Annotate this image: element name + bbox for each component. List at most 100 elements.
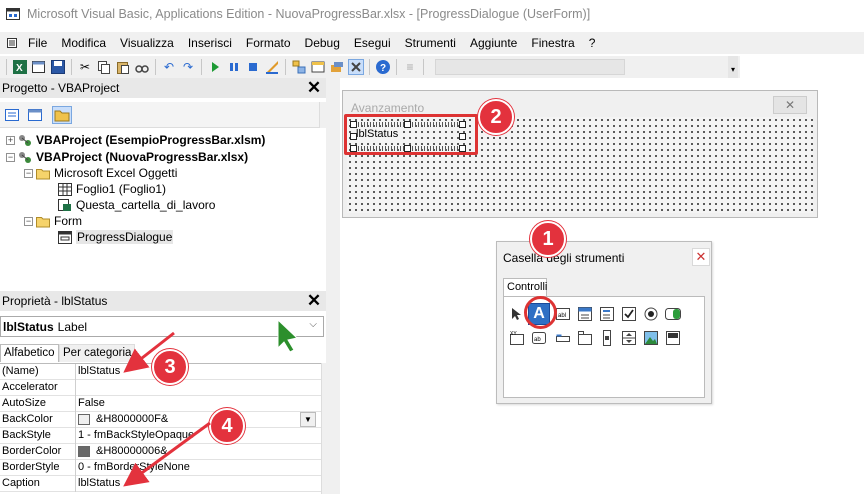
break-icon[interactable] xyxy=(226,59,242,75)
close-project-pane-button[interactable]: ✕ xyxy=(305,79,323,97)
property-value-text: &H8000000F& xyxy=(96,413,169,425)
menu-modifica[interactable]: Modifica xyxy=(61,36,106,50)
svg-text:?: ? xyxy=(380,63,386,74)
property-row-borderstyle[interactable]: BorderStyle 0 - fmBorderStyleNone xyxy=(0,460,322,476)
property-row-backcolor[interactable]: BackColor &H8000000F& ▼ xyxy=(0,412,322,428)
menu-visualizza[interactable]: Visualizza xyxy=(120,36,174,50)
tab-controlli[interactable]: Controlli xyxy=(503,278,547,297)
menu-grip-icon xyxy=(6,37,18,49)
menu-debug[interactable]: Debug xyxy=(305,36,340,50)
insert-userform-icon[interactable] xyxy=(31,59,47,75)
tab-alfabetico[interactable]: Alfabetico xyxy=(0,344,59,362)
tree-node-foglio1[interactable]: Foglio1 (Foglio1) xyxy=(58,181,166,197)
togglebutton-tool[interactable] xyxy=(664,305,682,323)
spinbutton-tool[interactable] xyxy=(620,329,638,347)
property-value[interactable]: 1 - fmBackStyleOpaque xyxy=(78,429,194,441)
object-name: lblStatus xyxy=(3,319,54,334)
property-row-backstyle[interactable]: BackStyle 1 - fmBackStyleOpaque xyxy=(0,428,322,444)
property-name: BackColor xyxy=(2,413,53,425)
scrollbar-tool[interactable] xyxy=(598,329,616,347)
object-browser-icon[interactable] xyxy=(329,59,345,75)
dropdown-arrow-icon[interactable]: ▼ xyxy=(300,412,316,427)
tree-node-nuova[interactable]: − VBAProject (NuovaProgressBar.xlsx) xyxy=(6,149,248,165)
toggle-folders-icon[interactable] xyxy=(52,106,72,124)
menu-file[interactable]: File xyxy=(28,36,47,50)
tree-node-workbook[interactable]: Questa_cartella_di_lavoro xyxy=(58,197,215,213)
tree-node-esempio[interactable]: + VBAProject (EsempioProgressBar.xlsm) xyxy=(6,132,265,148)
color-swatch xyxy=(78,413,90,425)
multipage-tool[interactable] xyxy=(576,329,594,347)
toolbar-grip xyxy=(6,59,7,75)
indent-icon[interactable]: ≡ xyxy=(402,59,418,75)
menu-inserisci[interactable]: Inserisci xyxy=(188,36,232,50)
menu-help[interactable]: ? xyxy=(589,36,596,50)
expand-icon[interactable]: + xyxy=(6,135,15,145)
view-code-icon[interactable] xyxy=(2,106,22,124)
menu-strumenti[interactable]: Strumenti xyxy=(405,36,456,50)
property-value-text: 1 - fmBackStyleOpaque xyxy=(78,429,195,441)
collapse-icon[interactable]: − xyxy=(6,152,15,162)
property-value[interactable]: lblStatus xyxy=(78,365,120,377)
project-pane-scrollbar[interactable] xyxy=(319,102,326,128)
run-icon[interactable] xyxy=(207,59,223,75)
view-object-icon[interactable] xyxy=(25,106,45,124)
paste-icon[interactable] xyxy=(115,59,131,75)
userform-title: Avanzamento xyxy=(351,101,425,115)
property-value[interactable]: &H80000006& xyxy=(78,445,168,457)
tree-node-excel-objects[interactable]: − Microsoft Excel Oggetti xyxy=(24,165,177,181)
toolbar-overflow-icon[interactable]: ▾ xyxy=(728,56,738,78)
tabstrip-tool[interactable] xyxy=(554,329,572,347)
object-selector[interactable]: lblStatus Label ⌵ xyxy=(0,316,324,337)
property-value[interactable]: 0 - fmBorderStyleNone xyxy=(78,461,190,473)
reset-icon[interactable] xyxy=(245,59,261,75)
cut-icon[interactable]: ✂ xyxy=(77,59,93,75)
tree-node-label: Microsoft Excel Oggetti xyxy=(54,166,178,180)
property-value[interactable]: &H8000000F& xyxy=(78,413,168,425)
refedit-tool[interactable] xyxy=(664,329,682,347)
menu-formato[interactable]: Formato xyxy=(246,36,291,50)
properties-window-icon[interactable] xyxy=(310,59,326,75)
save-icon[interactable] xyxy=(50,59,66,75)
column-divider xyxy=(75,364,76,380)
checkbox-tool[interactable] xyxy=(620,305,638,323)
toolbox-close-button[interactable]: ✕ xyxy=(692,248,710,266)
optionbutton-tool[interactable] xyxy=(642,305,660,323)
combobox-tool[interactable] xyxy=(576,305,594,323)
redo-icon[interactable]: ↷ xyxy=(180,59,196,75)
menu-aggiunte[interactable]: Aggiunte xyxy=(470,36,517,50)
toolbox-icon[interactable] xyxy=(348,59,364,75)
excel-view-icon[interactable]: X xyxy=(12,59,28,75)
find-icon[interactable] xyxy=(134,59,150,75)
property-row-bordercolor[interactable]: BorderColor &H80000006& xyxy=(0,444,322,460)
copy-icon[interactable] xyxy=(96,59,112,75)
help-icon[interactable]: ? xyxy=(375,59,391,75)
close-properties-pane-button[interactable]: ✕ xyxy=(305,292,323,310)
design-mode-icon[interactable] xyxy=(264,59,280,75)
menu-esegui[interactable]: Esegui xyxy=(354,36,391,50)
pane-splitter[interactable] xyxy=(326,78,340,494)
chevron-down-icon[interactable]: ⌵ xyxy=(309,319,317,330)
property-row-autosize[interactable]: AutoSize False xyxy=(0,396,322,412)
image-tool[interactable] xyxy=(642,329,660,347)
collapse-icon[interactable]: − xyxy=(24,216,33,226)
menu-finestra[interactable]: Finestra xyxy=(531,36,574,50)
property-value[interactable]: lblStatus xyxy=(78,477,120,489)
commandbutton-tool[interactable]: ab xyxy=(530,329,548,347)
property-value-text: lblStatus xyxy=(78,477,121,489)
undo-icon[interactable]: ↶ xyxy=(161,59,177,75)
step-badge-1: 1 xyxy=(530,221,566,257)
listbox-tool[interactable] xyxy=(598,305,616,323)
tree-node-progressdialogue[interactable]: ProgressDialogue xyxy=(58,229,174,245)
property-name: BorderColor xyxy=(2,445,62,457)
property-name: Caption xyxy=(2,477,40,489)
tree-node-form-folder[interactable]: − Form xyxy=(24,213,82,229)
collapse-icon[interactable]: − xyxy=(24,168,33,178)
project-toolbar xyxy=(0,102,326,128)
tab-per-categoria[interactable]: Per categoria xyxy=(59,344,136,362)
project-explorer-icon[interactable] xyxy=(291,59,307,75)
tree-node-label: VBAProject (NuovaProgressBar.xlsx) xyxy=(36,150,249,164)
property-value[interactable]: False xyxy=(78,397,105,409)
frame-tool[interactable]: XY xyxy=(508,329,526,347)
property-row-caption[interactable]: Caption lblStatus xyxy=(0,476,322,492)
column-divider xyxy=(75,476,76,492)
